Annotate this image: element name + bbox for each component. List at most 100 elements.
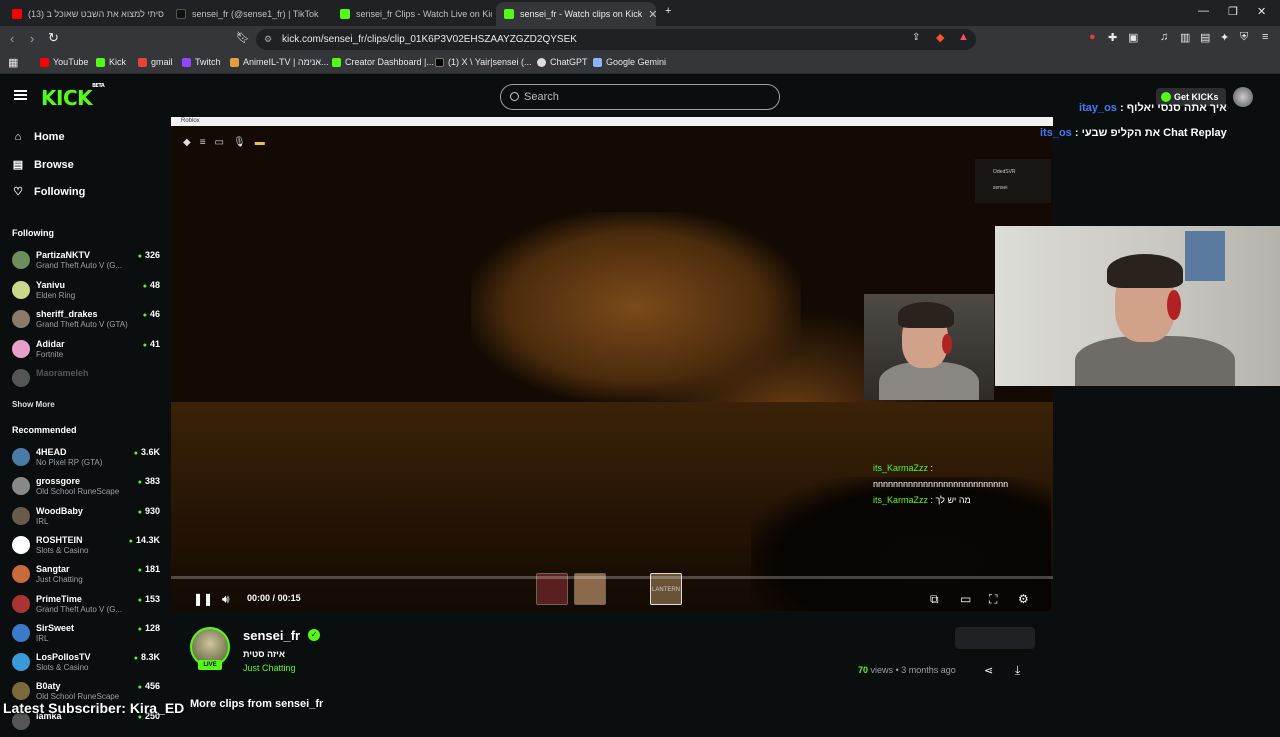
headset-icon bbox=[942, 334, 952, 354]
tab-kick-clips[interactable]: sensei_fr Clips - Watch Live on Kick bbox=[332, 2, 492, 26]
sidebar-channel-recommended[interactable]: grossgoreOld School RuneScape 383 bbox=[12, 474, 160, 502]
extensions-icon[interactable]: ✚ bbox=[1108, 31, 1117, 44]
sidebar-channel-recommended[interactable]: SangtarJust Chatting 181 bbox=[12, 562, 160, 590]
channel-name: Maorameleh bbox=[36, 368, 89, 378]
volume-icon[interactable]: 🔊︎ bbox=[222, 592, 230, 607]
close-window-button[interactable]: ✕ bbox=[1257, 5, 1266, 18]
extension-red-icon[interactable]: ● bbox=[1089, 31, 1096, 43]
viewer-count: 128 bbox=[138, 623, 160, 633]
nav-browse[interactable]: ▤ Browse bbox=[12, 158, 74, 172]
sidebar-channel-recommended[interactable]: PrimeTimeGrand Theft Auto V (G... 153 bbox=[12, 592, 160, 620]
share-icon[interactable]: ⇪ bbox=[912, 32, 920, 43]
forward-icon[interactable]: › bbox=[30, 31, 34, 46]
bookmark-animeil[interactable]: AnimeIL-TV | אנימה... bbox=[230, 57, 329, 67]
stream-chat-line: its_os : את הקליפ שבעי Chat Replay bbox=[1040, 121, 1227, 146]
viewer-count: 3.6K bbox=[134, 447, 160, 457]
roblox-logo-icon: ◆ bbox=[183, 137, 191, 148]
new-tab-button[interactable]: + bbox=[665, 5, 671, 17]
verified-icon: ✓ bbox=[308, 629, 320, 641]
clip-stats: 70 views • 3 months ago bbox=[858, 665, 956, 675]
sidebar-channel-following[interactable]: AdidarFortnite 41 bbox=[12, 337, 160, 365]
category-link[interactable]: Just Chatting bbox=[243, 663, 296, 673]
sidebar-channel-recommended[interactable]: 4HEADNo Pixel RP (GTA) 3.6K bbox=[12, 445, 160, 473]
bookmark-icon[interactable]: 🔖︎ bbox=[236, 31, 250, 44]
user-avatar[interactable] bbox=[1233, 87, 1253, 107]
tab-youtube[interactable]: (13) ניסיתי למצוא את השבט שאוכל ב bbox=[4, 2, 164, 26]
wallet-icon[interactable]: ▤ bbox=[1200, 31, 1210, 44]
sidebar-channel-recommended[interactable]: LosPollosTVSlots & Casino 8.3K bbox=[12, 650, 160, 678]
maximize-button[interactable]: ❐ bbox=[1228, 5, 1238, 18]
minimize-button[interactable]: — bbox=[1198, 5, 1209, 17]
channel-avatar bbox=[12, 623, 30, 642]
url-text: kick.com/sensei_fr/clips/clip_01K6P3V02E… bbox=[282, 34, 577, 45]
download-icon[interactable]: ⤓ bbox=[1015, 663, 1020, 678]
bookmark-twitch[interactable]: Twitch bbox=[182, 57, 221, 67]
hamburger-menu-icon[interactable] bbox=[14, 90, 27, 100]
show-more-button[interactable]: Show More bbox=[12, 400, 55, 409]
sidebar-channel-following[interactable]: Maorameleh bbox=[12, 366, 160, 394]
sidebar-channel-following[interactable]: YanivuElden Ring 48 bbox=[12, 278, 160, 306]
channel-avatar bbox=[12, 448, 30, 466]
url-field[interactable]: ⚙ kick.com/sensei_fr/clips/clip_01K6P3V0… bbox=[256, 29, 976, 50]
apps-grid-icon[interactable]: ▦ bbox=[8, 56, 18, 69]
tab-kick-clip-active[interactable]: sensei_fr - Watch clips on Kick ✕ bbox=[496, 2, 656, 26]
kick-icon bbox=[332, 57, 341, 67]
bookmark-kick[interactable]: Kick bbox=[96, 57, 126, 67]
nav-home[interactable]: ⌂ Home bbox=[12, 131, 65, 143]
nav-following[interactable]: ♡ Following bbox=[12, 185, 85, 199]
sidebar-channel-recommended[interactable]: ROSHTEINSlots & Casino 14.3K bbox=[12, 533, 160, 561]
brave-rewards-icon[interactable]: ▲ bbox=[958, 31, 969, 43]
theater-mode-icon[interactable]: ▭ bbox=[960, 592, 971, 606]
screenshot-icon[interactable]: ▣ bbox=[1128, 31, 1138, 44]
bookmark-gemini[interactable]: Google Gemini bbox=[593, 57, 666, 67]
bookmark-creator-dashboard[interactable]: Creator Dashboard |... bbox=[332, 57, 434, 67]
reload-icon[interactable]: ↻ bbox=[48, 30, 59, 46]
follow-button[interactable] bbox=[955, 627, 1035, 649]
vpn-icon[interactable]: ⛨ bbox=[1240, 31, 1248, 44]
share-icon[interactable]: ⋖ bbox=[984, 664, 993, 677]
live-badge: LIVE bbox=[198, 660, 222, 670]
sidebar-icon[interactable]: ▥ bbox=[1180, 31, 1190, 44]
pip-icon[interactable]: ⧉ bbox=[930, 592, 939, 607]
tab-tiktok[interactable]: sensei_fr (@sense1_fr) | TikTok bbox=[168, 2, 328, 26]
sidebar-channel-recommended[interactable]: WoodBabyIRL 930 bbox=[12, 504, 160, 532]
player-list-entry: sensei bbox=[993, 185, 1008, 191]
seek-bar[interactable] bbox=[171, 576, 1053, 579]
sidebar-channel-recommended[interactable]: SirSweetIRL 128 bbox=[12, 621, 160, 649]
menu-icon[interactable]: ≡ bbox=[1262, 31, 1268, 43]
roblox-chat-icon: ▭ bbox=[214, 137, 224, 148]
leo-ai-icon[interactable]: ✦ bbox=[1220, 31, 1229, 44]
kick-logo[interactable]: KICKBETA bbox=[41, 83, 105, 110]
bookmark-x[interactable]: (1) X \ Yair|sensei (... bbox=[435, 57, 532, 67]
pause-icon[interactable]: ❚❚ bbox=[193, 592, 213, 606]
viewer-count: 48 bbox=[143, 280, 160, 290]
address-bar-row: ‹ › ↻ 🔖︎ ⚙ kick.com/sensei_fr/clips/clip… bbox=[0, 26, 1280, 53]
bookmark-chatgpt[interactable]: ChatGPT bbox=[537, 57, 588, 67]
site-info-icon[interactable]: ⚙ bbox=[264, 29, 272, 50]
sidebar-channel-following[interactable]: PartizaNKTVGrand Theft Auto V (G... 326 bbox=[12, 248, 160, 276]
chat-msg: : מה יש לך bbox=[930, 495, 971, 505]
bookmark-youtube[interactable]: YouTube bbox=[40, 57, 88, 67]
media-icon[interactable]: ♫ bbox=[1160, 31, 1168, 43]
channel-name: Adidar bbox=[36, 338, 65, 349]
search-input[interactable]: Search bbox=[500, 84, 780, 110]
headset-icon bbox=[1167, 290, 1181, 320]
back-icon[interactable]: ‹ bbox=[10, 31, 14, 46]
channel-name[interactable]: sensei_fr bbox=[243, 628, 300, 643]
sidebar-channel-following[interactable]: sheriff_drakesGrand Theft Auto V (GTA) 46 bbox=[12, 307, 160, 335]
tab-title: sensei_fr - Watch clips on Kick bbox=[520, 9, 643, 19]
game-wall bbox=[471, 212, 801, 402]
fullscreen-icon[interactable]: ⛶ bbox=[989, 592, 997, 607]
time-display: 00:00 / 00:15 bbox=[247, 593, 301, 603]
settings-icon[interactable]: ⚙ bbox=[1018, 592, 1029, 606]
roblox-mic-icon: 🎙︎ bbox=[233, 137, 246, 148]
browse-icon: ▤ bbox=[12, 159, 24, 171]
clip-title: איזה סטית bbox=[243, 649, 286, 659]
roblox-window-bar: Roblox bbox=[171, 117, 1053, 126]
bookmark-gmail[interactable]: gmail bbox=[138, 57, 173, 67]
close-tab-icon[interactable]: ✕ bbox=[648, 8, 656, 21]
recommended-section-title: Recommended bbox=[12, 425, 77, 435]
brave-shield-icon[interactable]: ◆ bbox=[936, 31, 944, 44]
bookmark-label: Google Gemini bbox=[606, 57, 667, 67]
channel-category: Old School RuneScape bbox=[36, 487, 120, 497]
